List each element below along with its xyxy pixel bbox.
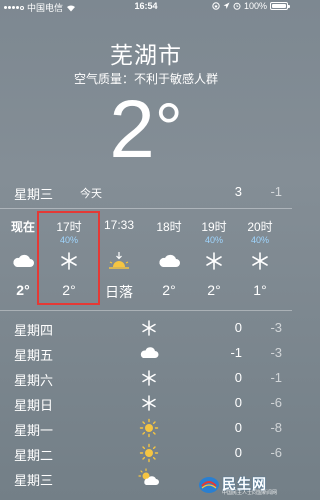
day-high: 0 [234,320,242,335]
hour-label: 17:33 [103,218,135,232]
daily-row: 星期一 0 -8 [14,418,282,440]
cloud-icon [13,254,34,267]
daily-row: 星期二 0 -6 [14,443,282,465]
highlight-box [37,211,100,305]
daily-row: 星期日 0 -6 [14,393,282,415]
day-low: -3 [270,320,282,335]
day-name: 星期四 [14,323,54,338]
daily-row: 星期五 -1 -3 [14,343,282,365]
today-day: 星期三 [14,187,54,202]
day-low: -8 [270,420,282,435]
hour-temp: 日落 [105,284,133,300]
day-high: 0 [234,445,242,460]
daily-row: 星期四 0 -3 [14,318,282,340]
status-right: 100% [212,1,290,11]
day-name: 星期日 [14,398,54,413]
today-low: -1 [270,184,282,199]
hour-temp: 1° [253,282,267,298]
hour-label: 19时 [201,220,227,234]
day-high: 0 [234,395,242,410]
status-bar: 中国电信 16:54 100% [0,0,292,14]
day-name: 星期三 [14,473,54,488]
day-name: 星期二 [14,448,54,463]
partly-cloudy-icon [138,468,159,485]
cloud-icon [140,347,159,358]
hour-precip: 40% [204,235,223,245]
today-row: 星期三 今天 3 -1 [14,184,282,202]
hour-temp: 2° [162,282,176,298]
sunset-icon [109,252,129,269]
day-high: 0 [234,420,242,435]
degree-symbol: ° [154,89,183,167]
today-tag: 今天 [80,188,102,200]
sun-icon [139,418,159,438]
snow-icon [206,252,222,270]
day-high: -1 [230,345,242,360]
location-icon [223,2,230,9]
battery-icon [270,2,290,10]
current-temp-value: 2 [109,84,155,175]
day-low: -6 [270,395,282,410]
city-name: 芜湖市 [110,42,182,68]
day-low: -6 [270,445,282,460]
divider-bottom [0,310,292,311]
hour-label: 18时 [156,220,182,234]
day-low: -1 [270,370,282,385]
logo-icon [199,477,219,493]
hour-label: 20时 [247,220,273,234]
battery-percent: 100% [243,1,267,11]
alarm-icon [233,2,241,10]
snow-icon [142,370,156,386]
snow-icon [142,320,156,336]
today-high: 3 [234,184,242,199]
divider-top [0,208,292,209]
current-temperature: 2° [0,84,292,176]
sun-icon [139,443,159,463]
hour-temp: 2° [207,282,221,298]
hour-precip: 40% [250,235,269,245]
day-name: 星期五 [14,348,54,363]
day-low: -3 [270,345,282,360]
snow-icon [142,395,156,411]
day-name: 星期六 [14,373,54,388]
watermark-subtext: 中国民主人士同盟新闻网 [222,490,278,496]
cloud-icon [159,254,180,267]
daily-row: 星期六 0 -1 [14,368,282,390]
snow-icon [252,252,268,270]
lock-rotation-icon [212,2,220,10]
day-name: 星期一 [14,423,54,438]
watermark-logo: 民生网 中国民主人士同盟新闻网 [196,474,288,496]
day-high: 0 [234,370,242,385]
